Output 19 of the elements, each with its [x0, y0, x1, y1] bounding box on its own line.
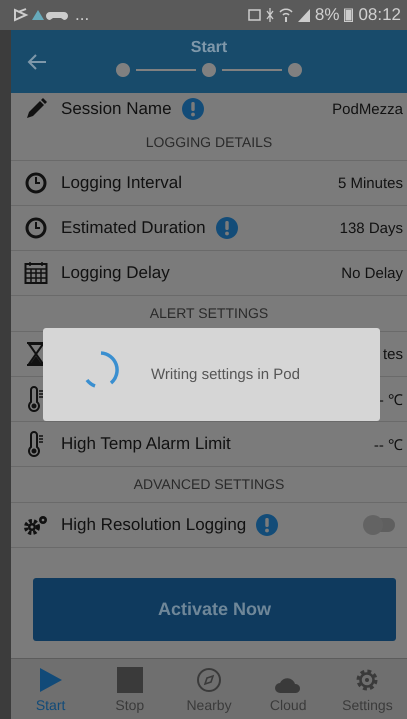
- setting-label: Logging Delay: [61, 263, 170, 283]
- setting-label: High Temp Alarm Limit: [61, 434, 231, 454]
- setting-value: tes: [382, 346, 403, 362]
- setting-label: Session Name: [61, 99, 172, 119]
- section-header: LOGGING DETAILS: [11, 125, 407, 161]
- more-notifications: ...: [75, 5, 90, 25]
- section-header: ADVANCED SETTINGS: [11, 467, 407, 503]
- setting-label: High Resolution Logging: [61, 515, 246, 535]
- screen-title: Start: [190, 39, 228, 57]
- setting-label: Estimated Duration: [61, 218, 206, 238]
- setting-value: 138 Days: [340, 220, 403, 236]
- setting-value: 5 Minutes: [338, 174, 403, 192]
- dialog-message: Writing settings in Pod: [151, 366, 300, 383]
- setting-label: Logging Interval: [61, 173, 182, 193]
- setting-value: PodMezza: [332, 100, 403, 118]
- setting-value: -- ℃: [374, 436, 403, 454]
- clock-time: 08:12: [358, 5, 401, 25]
- setting-value: No Delay: [341, 264, 403, 282]
- battery-percent: 8%: [314, 5, 340, 25]
